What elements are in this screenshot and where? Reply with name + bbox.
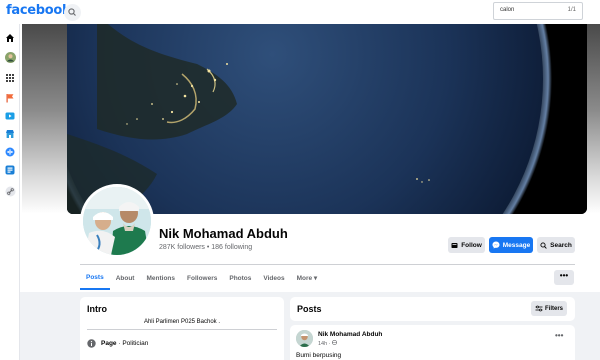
filters-label: Filters bbox=[544, 305, 563, 312]
tab-more[interactable]: More ▾ bbox=[291, 266, 324, 290]
posts-header-card: Posts Filters bbox=[290, 297, 575, 321]
tab-videos[interactable]: Videos bbox=[257, 266, 290, 290]
left-nav-rail bbox=[0, 24, 20, 360]
intro-bio: Ahli Parlimen P025 Bachok . bbox=[143, 319, 221, 325]
flag-icon[interactable] bbox=[4, 92, 16, 104]
find-match-count: 1/1 bbox=[567, 7, 576, 13]
profile-tabs: Posts About Mentions Followers Photos Vi… bbox=[80, 266, 323, 290]
profile-photo bbox=[83, 187, 151, 255]
post-time-text: 14h · bbox=[318, 341, 333, 347]
post-card: Nik Mohamad Abduh 14h · ••• Bumi berpusi… bbox=[290, 325, 575, 360]
profile-name: Nik Mohamad Abduh bbox=[159, 226, 288, 241]
follow-icon bbox=[451, 242, 458, 248]
find-in-page-bar[interactable]: calon 1/1 bbox=[493, 2, 583, 20]
tab-about[interactable]: About bbox=[110, 266, 141, 290]
link-icon[interactable] bbox=[4, 185, 16, 197]
tab-posts[interactable]: Posts bbox=[80, 266, 110, 290]
post-text: Bumi berpusing bbox=[296, 352, 342, 359]
intro-page-info: Page · Politician bbox=[87, 339, 148, 348]
cover-photo[interactable] bbox=[67, 24, 587, 214]
tab-mentions[interactable]: Mentions bbox=[140, 266, 181, 290]
avatar-photo bbox=[296, 330, 313, 347]
post-author-avatar[interactable] bbox=[296, 330, 313, 347]
search-icon bbox=[68, 8, 76, 16]
gaming-icon[interactable] bbox=[4, 146, 16, 158]
filters-icon bbox=[535, 305, 543, 312]
marketplace-icon[interactable] bbox=[4, 128, 16, 140]
search-label: Search bbox=[550, 241, 572, 249]
follow-button[interactable]: Follow bbox=[448, 237, 485, 253]
search-button[interactable] bbox=[64, 4, 81, 21]
posts-title: Posts bbox=[297, 304, 322, 314]
intro-card: Intro Ahli Parlimen P025 Bachok . Page ·… bbox=[80, 297, 284, 360]
message-label: Message bbox=[502, 241, 531, 249]
globe-icon bbox=[332, 339, 338, 346]
message-button[interactable]: Message bbox=[489, 237, 533, 253]
tab-photos[interactable]: Photos bbox=[223, 266, 257, 290]
earth-night-image bbox=[67, 24, 587, 214]
home-icon[interactable] bbox=[4, 32, 16, 44]
intro-title: Intro bbox=[87, 304, 107, 314]
feeds-icon[interactable] bbox=[4, 164, 16, 176]
intro-page-category: · Politician bbox=[116, 340, 149, 347]
intro-divider bbox=[87, 329, 277, 330]
grid-menu-icon[interactable] bbox=[4, 72, 16, 84]
post-timestamp[interactable]: 14h · bbox=[318, 339, 338, 347]
top-bar: facebook calon 1/1 bbox=[0, 0, 600, 24]
header-divider bbox=[80, 264, 575, 265]
profile-avatar[interactable] bbox=[83, 187, 151, 255]
avatar-icon[interactable] bbox=[4, 51, 16, 63]
follow-label: Follow bbox=[461, 241, 482, 249]
profile-follow-stats[interactable]: 287K followers • 186 following bbox=[159, 244, 252, 251]
find-query[interactable]: calon bbox=[500, 7, 514, 13]
search-icon bbox=[540, 241, 547, 249]
watch-icon[interactable] bbox=[4, 110, 16, 122]
messenger-icon bbox=[492, 241, 500, 249]
more-options-button[interactable]: ••• bbox=[554, 270, 574, 285]
post-author-name[interactable]: Nik Mohamad Abduh bbox=[318, 331, 382, 338]
info-icon bbox=[87, 339, 96, 348]
profile-search-button[interactable]: Search bbox=[537, 237, 575, 253]
post-options-button[interactable]: ••• bbox=[555, 331, 563, 340]
filters-button[interactable]: Filters bbox=[531, 301, 567, 316]
tab-followers[interactable]: Followers bbox=[181, 266, 223, 290]
intro-page-label: Page bbox=[101, 340, 117, 347]
facebook-logo[interactable]: facebook bbox=[6, 3, 71, 18]
